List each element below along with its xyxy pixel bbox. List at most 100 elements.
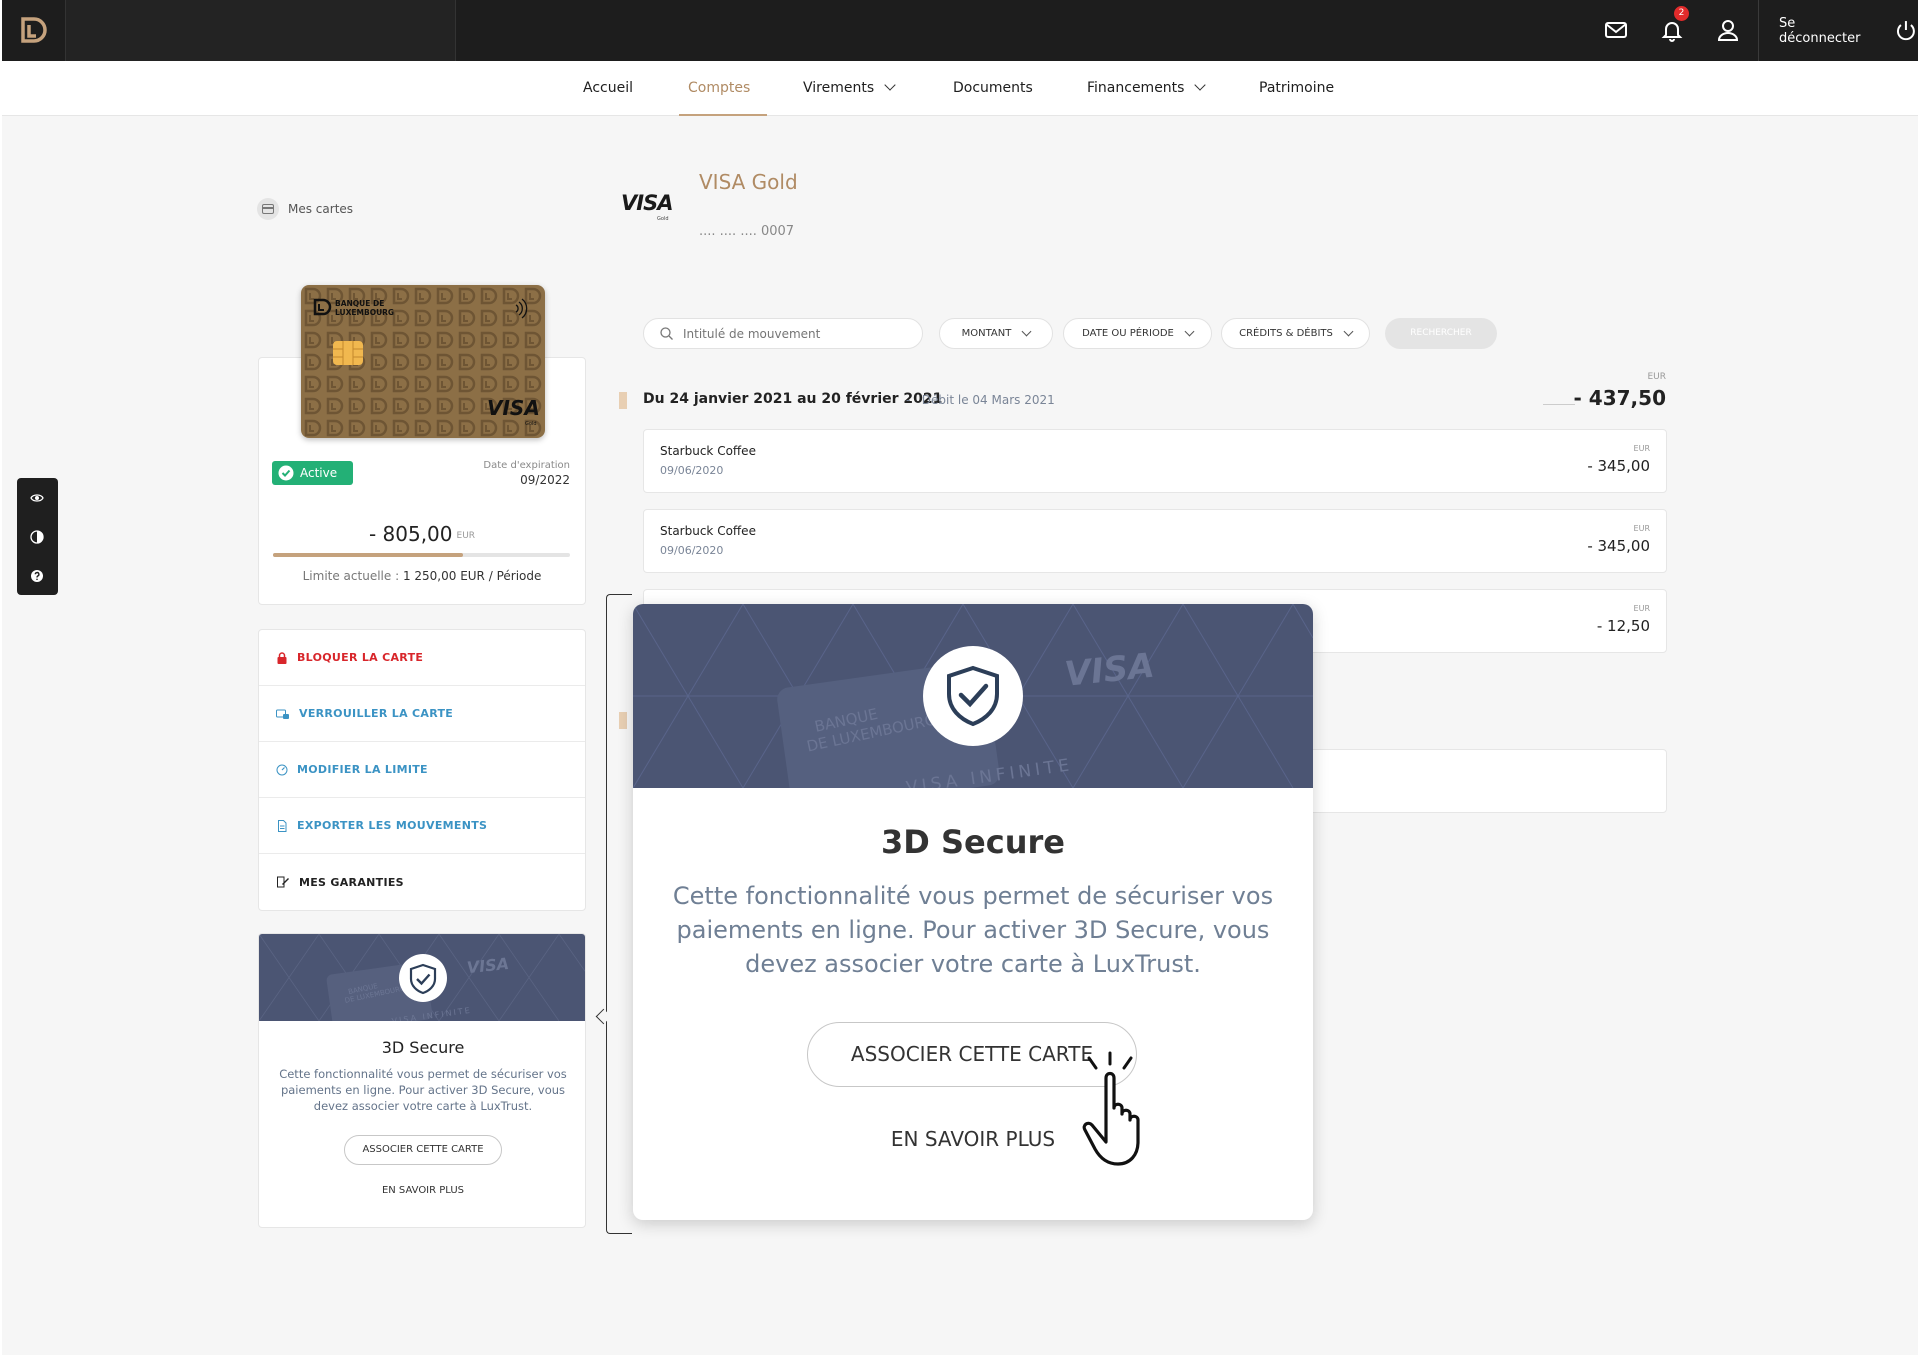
limit-progress-fill bbox=[273, 553, 464, 557]
transaction-currency: EUR bbox=[1633, 444, 1650, 453]
eye-icon bbox=[30, 494, 44, 502]
main-nav: Accueil Comptes Virements Documents Fina… bbox=[2, 61, 1918, 116]
card-title: VISA Gold bbox=[699, 170, 798, 194]
export-movements-button[interactable]: EXPORTER LES MOUVEMENTS bbox=[259, 798, 585, 854]
topbar-search-area bbox=[65, 0, 456, 61]
contrast-toggle[interactable] bbox=[27, 527, 47, 547]
learn-more-link[interactable]: EN SAVOIR PLUS bbox=[259, 1185, 585, 1196]
card-brand: VISA bbox=[487, 396, 540, 420]
nav-accueil[interactable]: Accueil bbox=[583, 61, 633, 116]
page: 2 Se déconnecter Accueil Comptes Viremen… bbox=[2, 0, 1918, 1355]
credit-debit-filter-label: CRÉDITS & DÉBITS bbox=[1239, 328, 1333, 339]
status-badge: Active bbox=[272, 461, 353, 485]
bank-logo-icon[interactable] bbox=[14, 12, 54, 48]
callout-bracket bbox=[606, 594, 632, 1234]
associate-card-button[interactable]: ASSOCIER CETTE CARTE bbox=[344, 1135, 502, 1165]
transaction-amount: - 345,00 bbox=[1587, 457, 1650, 475]
nav-virements[interactable]: Virements bbox=[803, 61, 896, 116]
lock-card-button[interactable]: VERROUILLER LA CARTE bbox=[259, 686, 585, 742]
action-label: VERROUILLER LA CARTE bbox=[299, 707, 454, 720]
date-filter-label: DATE OU PÉRIODE bbox=[1082, 328, 1174, 339]
period-title: Du 24 janvier 2021 au 20 février 2021 bbox=[643, 391, 943, 407]
nav-financements[interactable]: Financements bbox=[1087, 61, 1207, 116]
transaction-name: Starbuck Coffee bbox=[660, 524, 756, 538]
nav-patrimoine[interactable]: Patrimoine bbox=[1259, 61, 1334, 116]
block-card-button[interactable]: BLOQUER LA CARTE bbox=[259, 630, 585, 686]
card-bank-line2: LUXEMBOURG bbox=[335, 308, 394, 317]
amount-filter-label: MONTANT bbox=[961, 328, 1012, 339]
chevron-down-icon bbox=[1184, 326, 1195, 337]
search-button[interactable]: RECHERCHER bbox=[1385, 318, 1497, 349]
balance-value: - 805,00 bbox=[368, 522, 453, 546]
card-lock-icon bbox=[276, 709, 289, 719]
card-image[interactable]: BANQUE DE LUXEMBOURG VISA Gold bbox=[301, 285, 545, 438]
visa-logo-sub: Gold bbox=[657, 216, 669, 222]
transaction-currency: EUR bbox=[1633, 524, 1650, 533]
movement-search bbox=[643, 318, 923, 349]
chip-icon bbox=[333, 341, 363, 365]
credit-debit-filter[interactable]: CRÉDITS & DÉBITS bbox=[1221, 318, 1370, 349]
transaction-date: 09/06/2020 bbox=[660, 544, 724, 557]
transaction-row[interactable]: Starbuck Coffee 09/06/2020 EUR - 345,00 bbox=[643, 429, 1667, 493]
credit-card-icon bbox=[257, 198, 279, 220]
shield-badge bbox=[923, 646, 1023, 746]
banner-brand: VISA bbox=[466, 954, 510, 977]
secure-callout-title: 3D Secure bbox=[881, 823, 1065, 861]
nav-label: Financements bbox=[1087, 80, 1185, 96]
nav-label: Comptes bbox=[688, 80, 751, 96]
my-cards-label: Mes cartes bbox=[288, 202, 354, 216]
nav-label: Patrimoine bbox=[1259, 80, 1335, 96]
logout-button[interactable]: Se déconnecter bbox=[1758, 0, 1918, 61]
period-currency: EUR bbox=[1647, 372, 1666, 382]
help-button[interactable] bbox=[27, 566, 47, 586]
logout-label: Se déconnecter bbox=[1779, 15, 1861, 46]
status-label: Active bbox=[300, 466, 338, 480]
card-bank-line1: BANQUE DE bbox=[335, 299, 384, 308]
check-circle-icon bbox=[278, 465, 294, 481]
limit-info: Limite actuelle : 1 250,00 EUR / Période bbox=[258, 569, 586, 583]
edit-limit-button[interactable]: MODIFIER LA LIMITE bbox=[259, 742, 585, 798]
card-balance: - 805,00 EUR bbox=[258, 522, 586, 546]
visibility-toggle[interactable] bbox=[27, 488, 47, 508]
nav-documents[interactable]: Documents bbox=[953, 61, 1033, 116]
lock-icon bbox=[277, 651, 287, 664]
document-icon bbox=[278, 819, 287, 832]
contrast-icon bbox=[30, 530, 44, 544]
limit-value: 1 250,00 EUR / Période bbox=[402, 569, 542, 583]
limit-label: Limite actuelle : bbox=[302, 569, 400, 583]
secure-callout-banner: BANQUE DE LUXEMBOURG VISA VISA INFINITE bbox=[633, 604, 1313, 788]
date-filter[interactable]: DATE OU PÉRIODE bbox=[1063, 318, 1212, 349]
transaction-name: Starbuck Coffee bbox=[660, 444, 756, 458]
mail-icon[interactable] bbox=[1602, 16, 1630, 44]
nav-label: Documents bbox=[953, 80, 1033, 96]
period-debit-label: Débit le 04 Mars 2021 bbox=[921, 393, 1055, 407]
transaction-amount: - 12,50 bbox=[1596, 617, 1650, 635]
transaction-amount: - 345,00 bbox=[1587, 537, 1650, 555]
chevron-down-icon bbox=[1021, 326, 1032, 337]
card-brand-sub: Gold bbox=[525, 421, 537, 427]
nav-label: Accueil bbox=[583, 80, 633, 96]
pointer-hand-icon bbox=[1082, 1051, 1140, 1166]
callout-banner-brand: VISA bbox=[1063, 646, 1156, 695]
accessibility-toolbar bbox=[17, 478, 58, 595]
visa-logo: VISA bbox=[621, 191, 673, 215]
secure-callout-text: Cette fonctionnalité vous permet de sécu… bbox=[672, 882, 1274, 978]
action-label: EXPORTER LES MOUVEMENTS bbox=[297, 819, 488, 832]
gauge-icon bbox=[276, 764, 288, 775]
action-label: BLOQUER LA CARTE bbox=[297, 651, 424, 664]
balance-currency: EUR bbox=[456, 530, 476, 541]
nav-comptes[interactable]: Comptes bbox=[688, 61, 750, 116]
my-cards-heading: Mes cartes bbox=[257, 198, 353, 220]
expiry-value: 09/2022 bbox=[520, 473, 570, 487]
notification-badge: 2 bbox=[1674, 6, 1689, 21]
my-guarantees-button[interactable]: MES GARANTIES bbox=[259, 854, 585, 910]
period-debit-date: - Débit le 04 Mars 2021 bbox=[906, 393, 1055, 407]
transaction-row[interactable]: Starbuck Coffee 09/06/2020 EUR - 345,00 bbox=[643, 509, 1667, 573]
amount-filter[interactable]: MONTANT bbox=[939, 318, 1053, 349]
power-icon bbox=[1897, 20, 1916, 40]
search-icon bbox=[660, 327, 673, 340]
learn-more-link-large[interactable]: EN SAVOIR PLUS bbox=[633, 1127, 1313, 1151]
secure-widget: BANQUE DE LUXEMBOURG VISA VISA INFINITE … bbox=[258, 933, 586, 1228]
movement-search-input[interactable] bbox=[683, 326, 903, 341]
user-icon[interactable] bbox=[1714, 16, 1742, 44]
